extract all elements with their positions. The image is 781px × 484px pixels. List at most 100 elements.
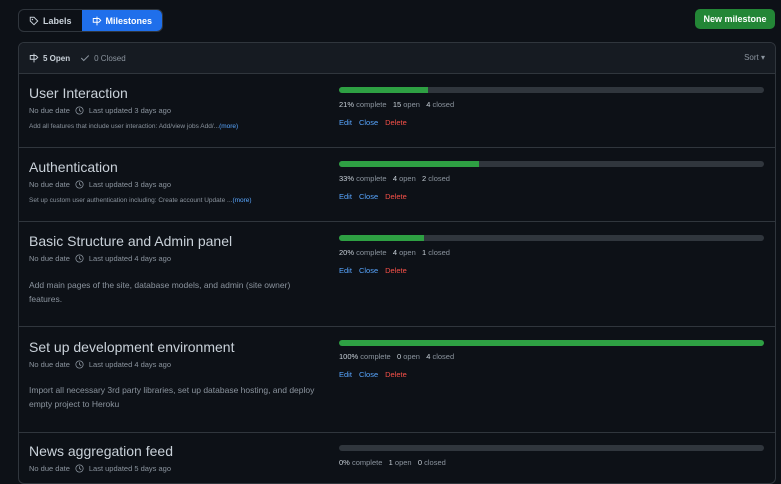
open-issues: 1 <box>388 458 393 467</box>
closed-label: closed <box>432 100 455 109</box>
open-issues: 0 <box>396 352 402 361</box>
progress-stats: 20% complete 4 open 1 closed <box>339 248 450 257</box>
edit-link[interactable]: Edit <box>339 370 352 379</box>
percent-complete: 0% <box>339 458 350 467</box>
milestone-description: Add all features that include user inter… <box>29 123 238 130</box>
milestone-title[interactable]: Authentication <box>29 159 118 175</box>
milestones-tab-label: Milestones <box>105 15 153 26</box>
open-label: open <box>399 248 416 257</box>
last-updated: Last updated 3 days ago <box>88 180 172 189</box>
percent-complete: 20% <box>339 248 355 257</box>
open-label: open <box>399 174 416 183</box>
progress-bar <box>339 340 764 346</box>
close-link[interactable]: Close <box>359 118 378 127</box>
delete-link[interactable]: Delete <box>385 118 407 127</box>
milestone-title[interactable]: Set up development environment <box>29 339 234 355</box>
labels-tab[interactable]: Labels <box>19 10 82 31</box>
progress-fill <box>339 235 424 241</box>
labels-tab-label: Labels <box>43 15 72 26</box>
percent-label: complete <box>356 174 387 183</box>
percent-complete: 100% <box>339 352 359 361</box>
due-date: No due date <box>29 254 70 263</box>
milestone-meta: No due date Last updated 4 days ago <box>29 360 171 369</box>
percent-label: complete <box>360 352 391 361</box>
close-link[interactable]: Close <box>359 192 378 201</box>
milestone-actions: Edit Close Delete <box>339 266 407 275</box>
closed-label: closed <box>432 352 455 361</box>
description-text: Set up custom user authentication includ… <box>29 197 233 204</box>
closed-label: closed <box>424 458 446 467</box>
edit-link[interactable]: Edit <box>339 118 352 127</box>
milestone-title[interactable]: Basic Structure and Admin panel <box>29 233 232 249</box>
percent-complete: 21% <box>339 100 355 109</box>
closed-filter[interactable]: 0 Closed <box>80 53 126 63</box>
progress-stats: 100% complete 0 open 4 closed <box>339 352 454 361</box>
closed-issues: 4 <box>426 100 431 109</box>
milestone-meta: No due date Last updated 5 days ago <box>29 464 171 473</box>
edit-link[interactable]: Edit <box>339 266 352 275</box>
milestone-meta: No due date Last updated 4 days ago <box>29 254 171 263</box>
check-icon <box>81 55 90 62</box>
percent-label: complete <box>351 458 383 467</box>
closed-issues: 1 <box>422 248 427 257</box>
open-filter[interactable]: 5 Open <box>29 53 70 63</box>
closed-issues: 0 <box>417 458 423 467</box>
open-label: open <box>403 100 420 109</box>
due-date: No due date <box>29 180 70 189</box>
milestone-title[interactable]: User Interaction <box>29 85 128 101</box>
milestone-row: Basic Structure and Admin panel No due d… <box>19 222 775 327</box>
last-updated: Last updated 4 days ago <box>88 254 172 263</box>
delete-link[interactable]: Delete <box>385 192 407 201</box>
due-date: No due date <box>29 464 70 473</box>
edit-link[interactable]: Edit <box>339 192 352 201</box>
closed-count: 0 Closed <box>94 53 126 63</box>
milestone-row: User Interaction No due date Last update… <box>19 74 775 148</box>
progress-fill <box>339 161 480 167</box>
percent-label: complete <box>356 100 387 109</box>
last-updated: Last updated 5 days ago <box>88 464 172 473</box>
progress-fill <box>339 340 764 346</box>
more-link[interactable]: (more) <box>232 197 251 204</box>
percent-complete: 33% <box>339 174 355 183</box>
milestone-meta: No due date Last updated 3 days ago <box>29 180 171 189</box>
new-milestone-button[interactable]: New milestone <box>695 9 775 29</box>
description-text: Add all features that include user inter… <box>29 123 220 130</box>
percent-label: complete <box>356 248 387 257</box>
due-date: No due date <box>29 106 70 115</box>
progress-bar <box>339 445 764 451</box>
open-count: 5 Open <box>43 53 71 63</box>
close-link[interactable]: Close <box>359 370 378 379</box>
milestone-actions: Edit Close Delete <box>339 118 407 127</box>
delete-link[interactable]: Delete <box>385 266 407 275</box>
open-issues: 4 <box>392 248 397 257</box>
milestones-list-header: 5 Open 0 Closed Sort ▾ <box>19 43 775 74</box>
milestone-meta: No due date Last updated 3 days ago <box>29 106 171 115</box>
delete-link[interactable]: Delete <box>385 370 407 379</box>
closed-issues: 4 <box>426 352 431 361</box>
clock-icon <box>75 360 84 369</box>
milestone-actions: Edit Close Delete <box>339 370 407 379</box>
clock-icon <box>75 106 84 115</box>
progress-stats: 21% complete 15 open 4 closed <box>339 100 454 109</box>
progress-fill <box>339 87 429 93</box>
milestone-description: Add main pages of the site, database mod… <box>29 280 291 304</box>
milestone-title[interactable]: News aggregation feed <box>29 443 173 459</box>
clock-icon <box>75 180 84 189</box>
milestones-tab[interactable]: Milestones <box>81 10 163 31</box>
progress-stats: 0% complete 1 open 0 closed <box>339 458 446 467</box>
sort-dropdown[interactable]: Sort ▾ <box>744 53 765 62</box>
milestone-row: Set up development environment No due da… <box>19 327 775 433</box>
open-label: open <box>403 352 420 361</box>
milestone-icon <box>29 53 39 63</box>
top-bar: Labels Milestones New milestone <box>0 0 781 42</box>
due-date: No due date <box>29 360 70 369</box>
more-link[interactable]: (more) <box>219 123 238 130</box>
milestone-actions: Edit Close Delete <box>339 192 407 201</box>
close-link[interactable]: Close <box>359 266 378 275</box>
closed-issues: 2 <box>422 174 427 183</box>
progress-bar <box>339 161 764 167</box>
milestone-description: Import all necessary 3rd party libraries… <box>29 385 315 409</box>
open-label: open <box>394 458 412 467</box>
clock-icon <box>75 464 84 473</box>
labels-milestones-toggle: Labels Milestones <box>18 9 164 32</box>
